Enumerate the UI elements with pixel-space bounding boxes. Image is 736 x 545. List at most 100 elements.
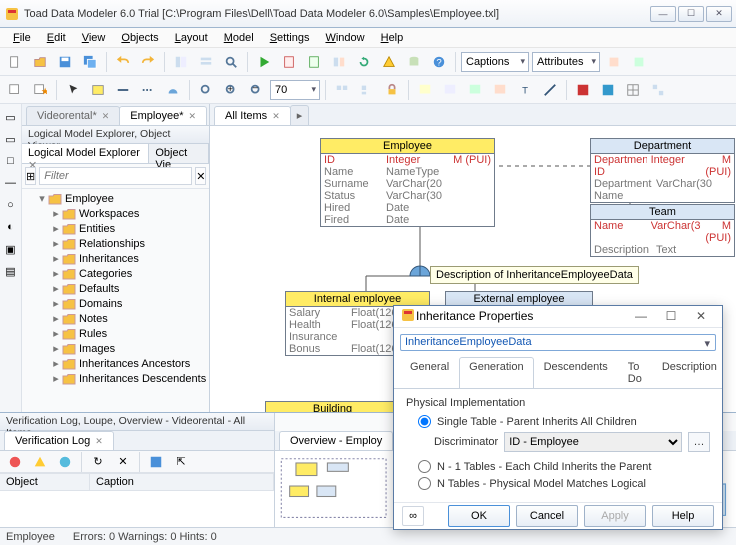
entity-team[interactable]: Team NameVarChar(30)M (PUI)DescriptionTe…: [590, 204, 735, 257]
dialog-close-icon[interactable]: ✕: [686, 309, 716, 323]
close-button[interactable]: ✕: [706, 6, 732, 22]
zoom-combo[interactable]: 70: [270, 80, 320, 100]
dialog-max-icon[interactable]: ☐: [656, 309, 686, 323]
redo-icon[interactable]: [137, 51, 159, 73]
search-icon[interactable]: [220, 51, 242, 73]
minimize-button[interactable]: —: [650, 6, 676, 22]
discriminator-select[interactable]: ID - Employee: [504, 432, 682, 452]
close-icon[interactable]: ✕: [102, 111, 110, 121]
stamp-icon[interactable]: [439, 79, 461, 101]
entity-department[interactable]: Department Department IDIntegerM (PUI)De…: [590, 138, 735, 203]
props-icon[interactable]: [195, 51, 217, 73]
compare-icon[interactable]: [328, 51, 350, 73]
help-button[interactable]: Help: [652, 505, 714, 527]
link-icon[interactable]: ∞: [402, 506, 424, 526]
zoomin-icon[interactable]: +: [220, 79, 242, 101]
tab-overview[interactable]: Overview - Employ: [279, 431, 393, 450]
help-icon[interactable]: ?: [428, 51, 450, 73]
tree-item[interactable]: ▸Relationships: [22, 236, 209, 251]
level-combo[interactable]: Attributes: [532, 52, 600, 72]
tree-item[interactable]: ▸Inheritances Descendents: [22, 371, 209, 386]
tree-item[interactable]: ▸Rules: [22, 326, 209, 341]
tree-item[interactable]: ▸Notes: [22, 311, 209, 326]
line-icon[interactable]: [539, 79, 561, 101]
radio-n1-tables[interactable]: [418, 460, 431, 473]
rail-item-2[interactable]: ▭: [2, 130, 20, 148]
undo-icon[interactable]: [112, 51, 134, 73]
expand-all-icon[interactable]: ⊞: [25, 167, 36, 185]
dlg-tab-description[interactable]: Description: [652, 357, 727, 388]
layout-icon[interactable]: [647, 79, 669, 101]
inh-icon[interactable]: [162, 79, 184, 101]
report-icon[interactable]: [303, 51, 325, 73]
refresh-icon[interactable]: [353, 51, 375, 73]
radio-single-table[interactable]: [418, 415, 431, 428]
run-icon[interactable]: [253, 51, 275, 73]
tab-verlog[interactable]: Verification Log✕: [4, 431, 114, 450]
discriminator-browse-button[interactable]: …: [688, 432, 710, 452]
rail-item-4[interactable]: —: [2, 174, 20, 192]
align1-icon[interactable]: [331, 79, 353, 101]
subtab-logical[interactable]: Logical Model Explorer ✕: [22, 144, 149, 163]
dlg-tab-generation[interactable]: Generation: [459, 357, 533, 388]
maximize-button[interactable]: ☐: [678, 6, 704, 22]
subtab-objview[interactable]: Object Vie: [149, 144, 209, 163]
tree-item[interactable]: ▸Images: [22, 341, 209, 356]
open-icon[interactable]: [29, 51, 51, 73]
inflog-icon[interactable]: [54, 451, 76, 473]
menu-layout[interactable]: Layout: [168, 31, 215, 45]
refreshlog-icon[interactable]: ↻: [87, 451, 109, 473]
zoomfit-icon[interactable]: [195, 79, 217, 101]
entity-icon[interactable]: [87, 79, 109, 101]
inheritance-icon[interactable]: [408, 258, 432, 278]
saveall-icon[interactable]: [79, 51, 101, 73]
rail-item-3[interactable]: □: [2, 152, 20, 170]
tree-item[interactable]: ▸Domains: [22, 296, 209, 311]
dialog-min-icon[interactable]: —: [626, 309, 656, 323]
menu-file[interactable]: File: [6, 31, 38, 45]
dialog-object-combo[interactable]: InheritanceEmployeeData: [400, 334, 716, 351]
rail-item-7[interactable]: ▣: [2, 240, 20, 258]
menu-help[interactable]: Help: [374, 31, 411, 45]
clearlog-icon[interactable]: ✕: [112, 451, 134, 473]
align2-icon[interactable]: [356, 79, 378, 101]
dlg-tab-descendents[interactable]: Descendents: [534, 357, 618, 388]
canvas-tab-add[interactable]: ▸: [290, 105, 310, 125]
newmodel-icon[interactable]: [4, 79, 26, 101]
cat-icon[interactable]: [464, 79, 486, 101]
display-combo[interactable]: Captions: [461, 52, 529, 72]
close-icon[interactable]: ✕: [188, 111, 196, 121]
canvas-tab-allitems[interactable]: All Items✕: [214, 106, 291, 125]
color1-icon[interactable]: [572, 79, 594, 101]
gen-icon[interactable]: [278, 51, 300, 73]
explorer-icon[interactable]: [170, 51, 192, 73]
note-icon[interactable]: [414, 79, 436, 101]
warnlog-icon[interactable]: [29, 451, 51, 473]
rail-item-1[interactable]: ▭: [2, 108, 20, 126]
tab-employee[interactable]: Employee*✕: [119, 106, 207, 125]
menu-objects[interactable]: Objects: [114, 31, 165, 45]
entity-employee[interactable]: Employee IDIntegerM (PUI)NameNameTypeSur…: [320, 138, 495, 227]
grid-icon[interactable]: [622, 79, 644, 101]
new-icon[interactable]: [4, 51, 26, 73]
tree-item[interactable]: ▸Entities: [22, 221, 209, 236]
exportlog-icon[interactable]: ⇱: [170, 451, 192, 473]
filter2-icon[interactable]: [628, 51, 650, 73]
image-icon[interactable]: [489, 79, 511, 101]
tab-videorental[interactable]: Videorental*✕: [26, 106, 120, 125]
newmodel2-icon[interactable]: ★: [29, 79, 51, 101]
menu-settings[interactable]: Settings: [263, 31, 317, 45]
filter1-icon[interactable]: [603, 51, 625, 73]
color2-icon[interactable]: [597, 79, 619, 101]
tree-root[interactable]: ▾Employee: [22, 191, 209, 206]
lock-icon[interactable]: [381, 79, 403, 101]
err-icon[interactable]: [4, 451, 26, 473]
menu-view[interactable]: View: [75, 31, 113, 45]
rail-item-8[interactable]: ▤: [2, 262, 20, 280]
dlg-tab-todo[interactable]: To Do: [618, 357, 652, 388]
rail-item-6[interactable]: ◐: [2, 218, 20, 236]
apply-button[interactable]: Apply: [584, 505, 646, 527]
dlg-tab-general[interactable]: General: [400, 357, 459, 388]
ok-button[interactable]: OK: [448, 505, 510, 527]
cancel-button[interactable]: Cancel: [516, 505, 578, 527]
